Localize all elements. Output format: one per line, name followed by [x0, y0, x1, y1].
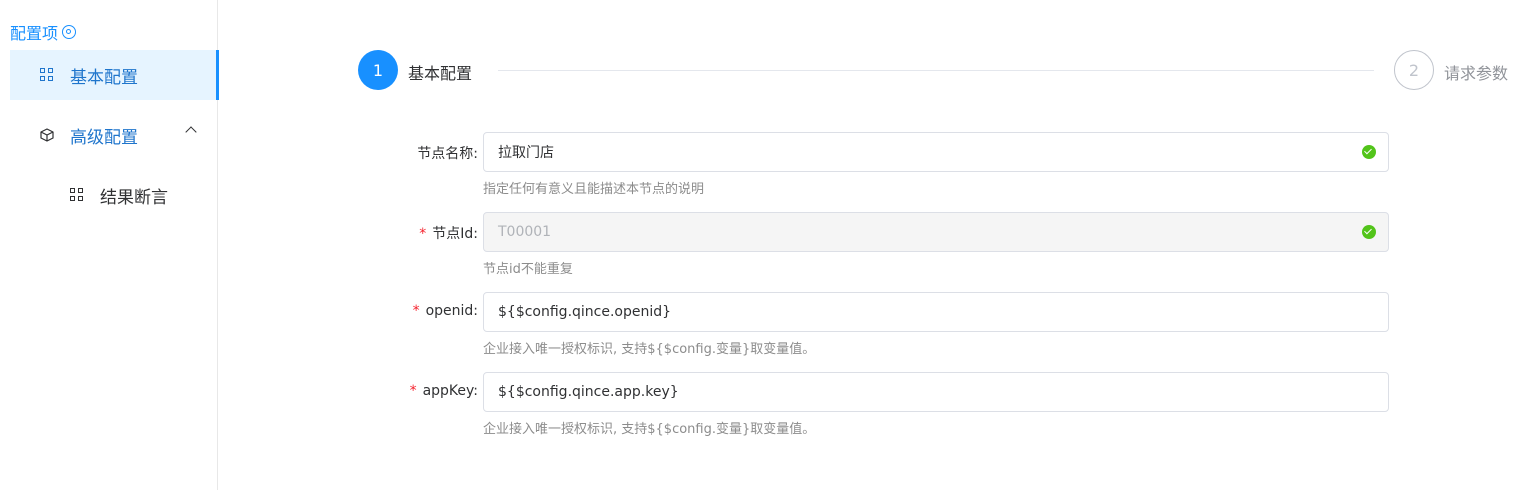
- chevron-up-icon[interactable]: [185, 126, 197, 138]
- appkey-input[interactable]: ${$config.qince.app.key}: [483, 372, 1389, 412]
- node-id-input: T00001: [483, 212, 1389, 252]
- appkey-value: ${$config.qince.app.key}: [498, 384, 679, 400]
- appkey-help: 企业接入唯一授权标识, 支持${$config.变量}取变量值。: [483, 422, 816, 437]
- node-name-input[interactable]: 拉取门店: [483, 132, 1389, 172]
- sidebar-title: 配置项: [10, 20, 77, 44]
- sidebar-item-advanced-config[interactable]: 高级配置: [10, 110, 215, 160]
- check-circle-icon: [1362, 225, 1376, 239]
- node-id-label: * 节点Id:: [419, 226, 478, 242]
- step-1-label: 基本配置: [408, 64, 473, 83]
- required-asterisk: *: [419, 226, 427, 242]
- step-2-label: 请求参数: [1444, 64, 1509, 83]
- sidebar-item-label: 结果断言: [100, 187, 168, 208]
- grid-icon: [40, 68, 54, 82]
- sidebar-item-label: 高级配置: [70, 127, 138, 148]
- step-2-circle[interactable]: 2: [1394, 50, 1434, 90]
- step-1-circle[interactable]: 1: [358, 50, 398, 90]
- sidebar-item-basic-config[interactable]: 基本配置: [10, 50, 219, 100]
- target-icon[interactable]: [62, 25, 77, 39]
- openid-value: ${$config.qince.openid}: [498, 304, 672, 320]
- required-asterisk: *: [412, 303, 420, 319]
- sidebar: 配置项 基本配置 高级配置 结果断言: [0, 0, 219, 490]
- grid-icon: [70, 188, 84, 202]
- required-asterisk: *: [409, 383, 417, 399]
- node-name-label: 节点名称:: [417, 146, 478, 162]
- openid-label: * openid:: [412, 303, 478, 319]
- step-connector: [498, 70, 1374, 71]
- node-name-value: 拉取门店: [498, 145, 554, 161]
- check-circle-icon: [1362, 145, 1376, 159]
- cube-icon: [40, 128, 54, 142]
- node-name-help: 指定任何有意义且能描述本节点的说明: [483, 182, 705, 197]
- appkey-label: * appKey:: [409, 383, 478, 399]
- openid-input[interactable]: ${$config.qince.openid}: [483, 292, 1389, 332]
- sidebar-item-result-assertion[interactable]: 结果断言: [10, 170, 215, 220]
- sidebar-item-label: 基本配置: [70, 67, 138, 88]
- node-id-value: T00001: [498, 224, 552, 240]
- sidebar-title-label: 配置项: [10, 24, 59, 43]
- openid-help: 企业接入唯一授权标识, 支持${$config.变量}取变量值。: [483, 342, 816, 357]
- node-id-help: 节点id不能重复: [483, 262, 573, 277]
